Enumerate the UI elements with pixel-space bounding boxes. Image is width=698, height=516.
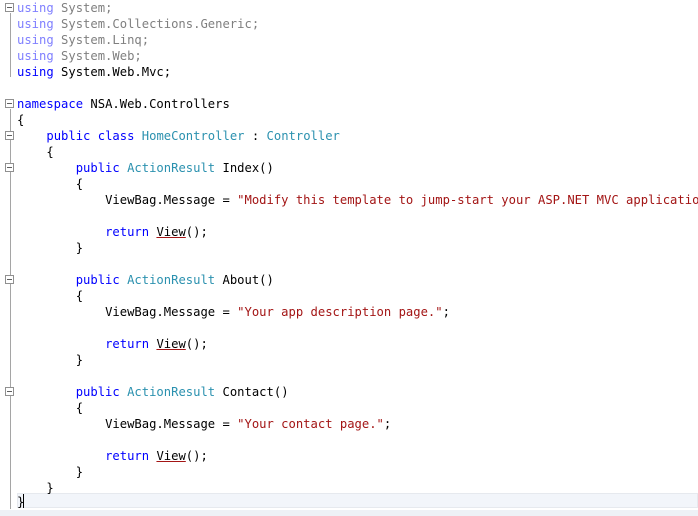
code-line-18: public ActionResult About(): [17, 272, 274, 288]
public-keyword: public: [75, 273, 120, 287]
class-name: HomeController: [141, 129, 245, 143]
namespace-keyword: namespace: [17, 97, 84, 111]
semicolon: ;: [163, 65, 172, 79]
outlining-margin: [0, 0, 16, 516]
code-line-3: using System.Linq;: [17, 32, 149, 48]
view-call: View: [156, 449, 186, 463]
editor-bottom-edge: [0, 510, 698, 516]
method-name: Index: [222, 161, 260, 175]
public-keyword: public: [75, 385, 120, 399]
assignment: =: [215, 305, 238, 319]
code-line-11: public ActionResult Index(): [17, 160, 274, 176]
method-name: Contact: [222, 385, 274, 399]
code-line-25: public ActionResult Contact(): [17, 384, 289, 400]
collapse-usings-icon[interactable]: [5, 3, 14, 12]
semicolon: ;: [251, 17, 260, 31]
return-type: ActionResult: [127, 385, 216, 399]
collapse-namespace-icon[interactable]: [5, 99, 14, 108]
using-keyword: using: [17, 1, 54, 15]
semicolon: ;: [442, 305, 450, 319]
code-line-2: using System.Collections.Generic;: [17, 16, 259, 32]
code-line-7: namespace NSA.Web.Controllers: [17, 96, 230, 112]
semicolon: ;: [141, 33, 150, 47]
open-brace: {: [46, 145, 54, 159]
assignment: =: [215, 417, 238, 431]
string-literal: "Your contact page.": [237, 417, 384, 431]
code-line-13: ViewBag.Message = "Modify this template …: [17, 192, 698, 208]
outline-line-usings: [10, 13, 11, 77]
using-keyword: using: [17, 17, 54, 31]
code-line-19: {: [17, 288, 83, 304]
close-brace: }: [46, 481, 54, 495]
assignment: =: [215, 193, 238, 207]
semicolon: ;: [105, 1, 113, 15]
return-keyword: return: [105, 225, 150, 239]
code-line-15: return View();: [17, 224, 208, 240]
semicolon: ;: [134, 49, 142, 63]
string-literal: "Modify this template to jump-start your…: [237, 193, 698, 207]
parens: (): [273, 385, 289, 399]
namespace-name: System: [61, 1, 106, 15]
code-line-5: using System.Web.Mvc;: [17, 64, 171, 80]
using-keyword: using: [17, 65, 54, 79]
code-line-22: return View();: [17, 336, 208, 352]
namespace-name: System.Linq: [61, 33, 142, 47]
code-line-23: }: [17, 352, 83, 368]
code-editor[interactable]: using System; using System.Collections.G…: [0, 0, 698, 516]
parens: (): [259, 161, 274, 175]
call-rest: ();: [185, 225, 208, 239]
code-line-4: using System.Web;: [17, 48, 142, 64]
namespace-name: System.Web: [61, 49, 135, 63]
namespace-name: System.Web.Mvc: [61, 65, 164, 79]
text-caret: [23, 494, 24, 508]
collapse-index-method-icon[interactable]: [5, 163, 14, 172]
return-type: ActionResult: [127, 161, 216, 175]
namespace-name: System.Collections.Generic: [61, 17, 252, 31]
using-keyword: using: [17, 49, 54, 63]
open-brace: {: [75, 177, 84, 191]
code-line-16: }: [17, 240, 83, 256]
code-line-27: ViewBag.Message = "Your contact page.";: [17, 416, 391, 432]
viewbag-member: ViewBag.Message: [105, 193, 216, 207]
public-keyword: public: [46, 129, 91, 143]
open-brace: {: [75, 289, 84, 303]
open-brace: {: [75, 401, 84, 415]
return-type: ActionResult: [127, 273, 216, 287]
parens: (): [259, 273, 274, 287]
close-brace: }: [75, 241, 84, 255]
class-keyword: class: [97, 129, 135, 143]
collapse-contact-method-icon[interactable]: [5, 387, 14, 396]
semicolon: ;: [383, 417, 392, 431]
view-call: View: [156, 225, 186, 239]
return-keyword: return: [105, 449, 150, 463]
call-rest: ();: [185, 449, 208, 463]
view-call: View: [156, 337, 186, 351]
string-literal: "Your app description page.": [237, 305, 443, 319]
code-line-12: {: [17, 176, 83, 192]
close-brace: }: [75, 353, 84, 367]
code-line-30: }: [17, 464, 83, 480]
namespace-name: NSA.Web.Controllers: [90, 97, 230, 111]
viewbag-member: ViewBag.Message: [105, 417, 216, 431]
viewbag-member: ViewBag.Message: [105, 305, 216, 319]
current-line-highlight: [17, 493, 698, 508]
public-keyword: public: [75, 161, 120, 175]
using-keyword: using: [17, 33, 54, 47]
method-name: About: [222, 273, 260, 287]
code-line-20: ViewBag.Message = "Your app description …: [17, 304, 450, 320]
return-keyword: return: [105, 337, 150, 351]
code-line-9: public class HomeController : Controller: [17, 128, 340, 144]
code-line-10: {: [17, 144, 54, 160]
inheritance-colon: :: [244, 129, 267, 143]
code-line-26: {: [17, 400, 83, 416]
base-class-name: Controller: [266, 129, 340, 143]
code-line-29: return View();: [17, 448, 208, 464]
code-line-1: using System;: [17, 0, 112, 16]
open-brace: {: [17, 113, 25, 127]
collapse-about-method-icon[interactable]: [5, 275, 14, 284]
code-line-8: {: [17, 112, 24, 128]
collapse-class-icon[interactable]: [5, 131, 14, 140]
close-brace: }: [75, 465, 84, 479]
call-rest: ();: [185, 337, 208, 351]
